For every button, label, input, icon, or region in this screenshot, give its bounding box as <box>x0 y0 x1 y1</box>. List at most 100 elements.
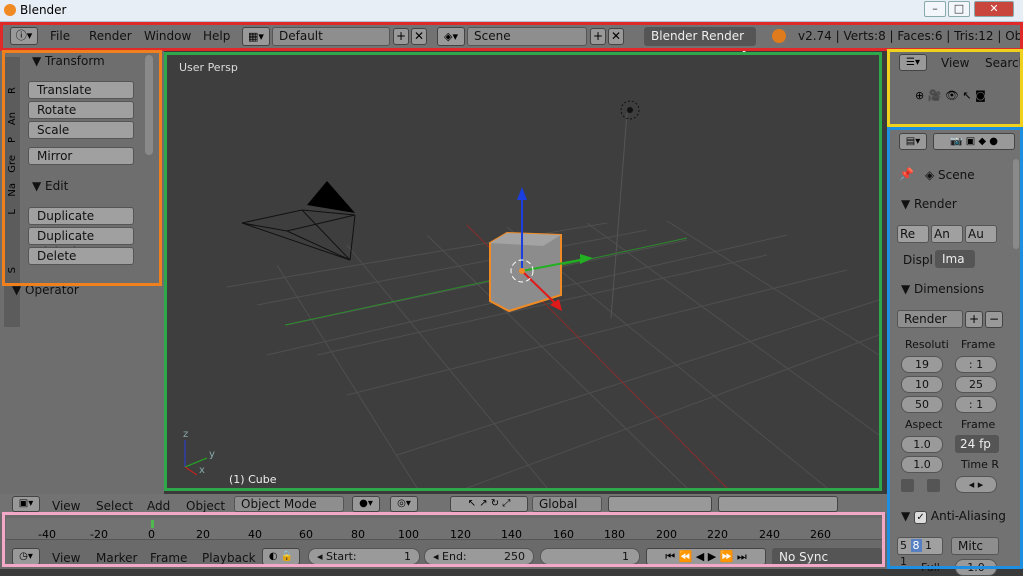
antialiasing-checkbox-icon[interactable]: ✓ <box>914 511 928 524</box>
info-icon[interactable]: ⓘ▾ <box>10 27 38 45</box>
aa-samples[interactable]: 5 8 1 1 <box>897 537 943 568</box>
antialiasing-panel-header[interactable]: ▼ ✓ Anti-Aliasing <box>901 509 1006 524</box>
toolshelf-scrollbar[interactable] <box>145 55 153 155</box>
layout-field[interactable]: Default <box>272 27 390 46</box>
delete-button[interactable]: Delete <box>28 247 134 265</box>
timeline[interactable]: -40 -20 0 20 40 60 80 100 120 140 160 18… <box>0 514 889 569</box>
aa-filter-select[interactable]: Mitc <box>951 537 999 555</box>
timeline-menu-frame[interactable]: Frame <box>150 551 187 565</box>
timeline-menu-playback[interactable]: Playback <box>202 551 256 565</box>
tab-name[interactable]: Na <box>7 183 18 197</box>
frame-step-field[interactable]: : 1 <box>955 396 997 413</box>
mirror-button[interactable]: Mirror <box>28 147 134 165</box>
border-checkbox[interactable] <box>901 479 914 492</box>
render-engine-select[interactable]: Blender Render ⬍ <box>644 27 756 60</box>
mode-select[interactable]: Object Mode <box>234 496 344 512</box>
resolution-percent-field[interactable]: 50 <box>901 396 943 413</box>
timeline-scrub[interactable]: -40 -20 0 20 40 60 80 100 120 140 160 18… <box>6 518 884 541</box>
scale-button[interactable]: Scale <box>28 121 134 139</box>
render-audio-button[interactable]: Au <box>965 225 997 243</box>
aa-sample-16[interactable]: 1 <box>900 555 907 568</box>
shading-icon[interactable]: ●▾ <box>352 496 380 512</box>
menu-help[interactable]: Help <box>203 29 230 43</box>
orientation-select[interactable]: Global <box>532 496 602 512</box>
maximize-button[interactable]: □ <box>948 1 970 17</box>
sync-select[interactable]: No Sync <box>772 548 882 566</box>
start-frame-field[interactable]: ◂ Start: 1 <box>308 548 420 565</box>
properties-scrollbar[interactable] <box>1013 159 1019 249</box>
screen-layout-icon[interactable]: ▦▾ <box>242 27 270 46</box>
pin-icon[interactable]: 📌 <box>899 167 914 181</box>
pivot-icon[interactable]: ◎▾ <box>390 496 418 512</box>
remove-preset-icon[interactable]: − <box>985 311 1003 328</box>
aspect-y-field[interactable]: 1.0 <box>901 456 943 473</box>
add-preset-icon[interactable]: + <box>965 311 983 328</box>
menu-add[interactable]: Add <box>147 499 170 513</box>
display-select[interactable]: Ima <box>935 250 975 268</box>
scene-field[interactable]: Scene <box>467 27 587 46</box>
remove-layout-icon[interactable]: ✕ <box>411 28 427 45</box>
fps-select[interactable]: 24 fp <box>955 435 999 453</box>
properties-tabs[interactable]: 📷 ▣ ◆ ● <box>933 133 1015 150</box>
properties-editor-icon[interactable]: ▤▾ <box>899 133 927 150</box>
time-remap-field[interactable]: ◂ ▸ <box>955 476 997 493</box>
duplicate-linked-button[interactable]: Duplicate Linked <box>28 227 134 259</box>
dimensions-panel-header[interactable]: ▼ Dimensions <box>901 282 984 296</box>
minimize-button[interactable]: – <box>924 1 946 17</box>
tab-l[interactable]: L <box>7 209 18 215</box>
timeline-menu-view[interactable]: View <box>52 551 80 565</box>
add-layout-icon[interactable]: + <box>393 28 409 45</box>
filter-size-field[interactable]: 1.0 <box>955 559 997 576</box>
aspect-x-field[interactable]: 1.0 <box>901 436 943 453</box>
duplicate-button[interactable]: Duplicate <box>28 207 134 225</box>
resolution-x-field[interactable]: 19 <box>901 356 943 373</box>
render-preset-select[interactable]: Render <box>897 310 963 328</box>
operator-panel-header[interactable]: ▼ Operator <box>12 283 79 297</box>
outliner-menu-view[interactable]: View <box>941 56 969 70</box>
tick-label: 120 <box>450 528 471 541</box>
outliner-menu-search[interactable]: Search <box>985 56 1023 70</box>
aa-sample-8[interactable]: 8 <box>910 539 922 552</box>
tab-animation[interactable]: An <box>7 112 18 125</box>
timeline-editor-icon[interactable]: ◷▾ <box>12 548 40 565</box>
frame-end-field[interactable]: 25 <box>955 376 997 393</box>
tab-relations[interactable]: R <box>7 87 18 94</box>
outliner-editor-icon[interactable]: ☰▾ <box>899 54 927 71</box>
layers-grid-icon[interactable] <box>608 496 712 512</box>
end-frame-field[interactable]: ◂ End: 250 <box>424 548 534 565</box>
timeline-menu-marker[interactable]: Marker <box>96 551 137 565</box>
menu-object[interactable]: Object <box>186 499 225 513</box>
keying-icon[interactable]: ◐ 🔒 <box>262 548 300 565</box>
scene-icon[interactable]: ◈▾ <box>437 27 465 46</box>
menu-render[interactable]: Render <box>89 29 132 43</box>
current-frame-field[interactable]: 1 <box>540 548 640 565</box>
tab-s[interactable]: S <box>7 267 18 273</box>
aa-sample-11[interactable]: 1 <box>925 539 932 552</box>
snap-icon[interactable] <box>718 496 838 512</box>
outliner-camera-row[interactable]: ⊕ 🎥 👁 ↖ ◙ <box>915 89 986 102</box>
render-panel-header[interactable]: ▼ Render <box>901 197 957 211</box>
editor-type-icon[interactable]: ▣▾ <box>12 496 40 512</box>
menu-view[interactable]: View <box>52 499 80 513</box>
remove-scene-icon[interactable]: ✕ <box>608 28 624 45</box>
frame-start-field[interactable]: : 1 <box>955 356 997 373</box>
close-button[interactable]: ✕ <box>974 1 1014 17</box>
3d-viewport[interactable]: User Persp z y x (1) Cube <box>164 52 882 491</box>
tab-grease[interactable]: Gre <box>7 155 18 173</box>
render-still-button[interactable]: Re <box>897 225 929 243</box>
manipulator-icon[interactable]: ↖ ↗ ↻ ⤢ <box>450 496 528 512</box>
resolution-y-field[interactable]: 10 <box>901 376 943 393</box>
crop-checkbox[interactable] <box>927 479 940 492</box>
edit-panel-header[interactable]: ▼ Edit <box>32 179 68 193</box>
menu-window[interactable]: Window <box>144 29 191 43</box>
add-scene-icon[interactable]: + <box>590 28 606 45</box>
menu-file[interactable]: File <box>50 29 70 43</box>
render-animation-button[interactable]: An <box>931 225 963 243</box>
rotate-button[interactable]: Rotate <box>28 101 134 119</box>
aa-sample-5[interactable]: 5 <box>900 539 907 552</box>
playback-controls[interactable]: ⏮ ⏪ ◀ ▶ ⏩ ⏭ <box>646 548 766 565</box>
transform-panel-header[interactable]: ▼ Transform <box>32 54 105 68</box>
tab-physics[interactable]: P <box>7 137 18 143</box>
translate-button[interactable]: Translate <box>28 81 134 99</box>
menu-select[interactable]: Select <box>96 499 133 513</box>
